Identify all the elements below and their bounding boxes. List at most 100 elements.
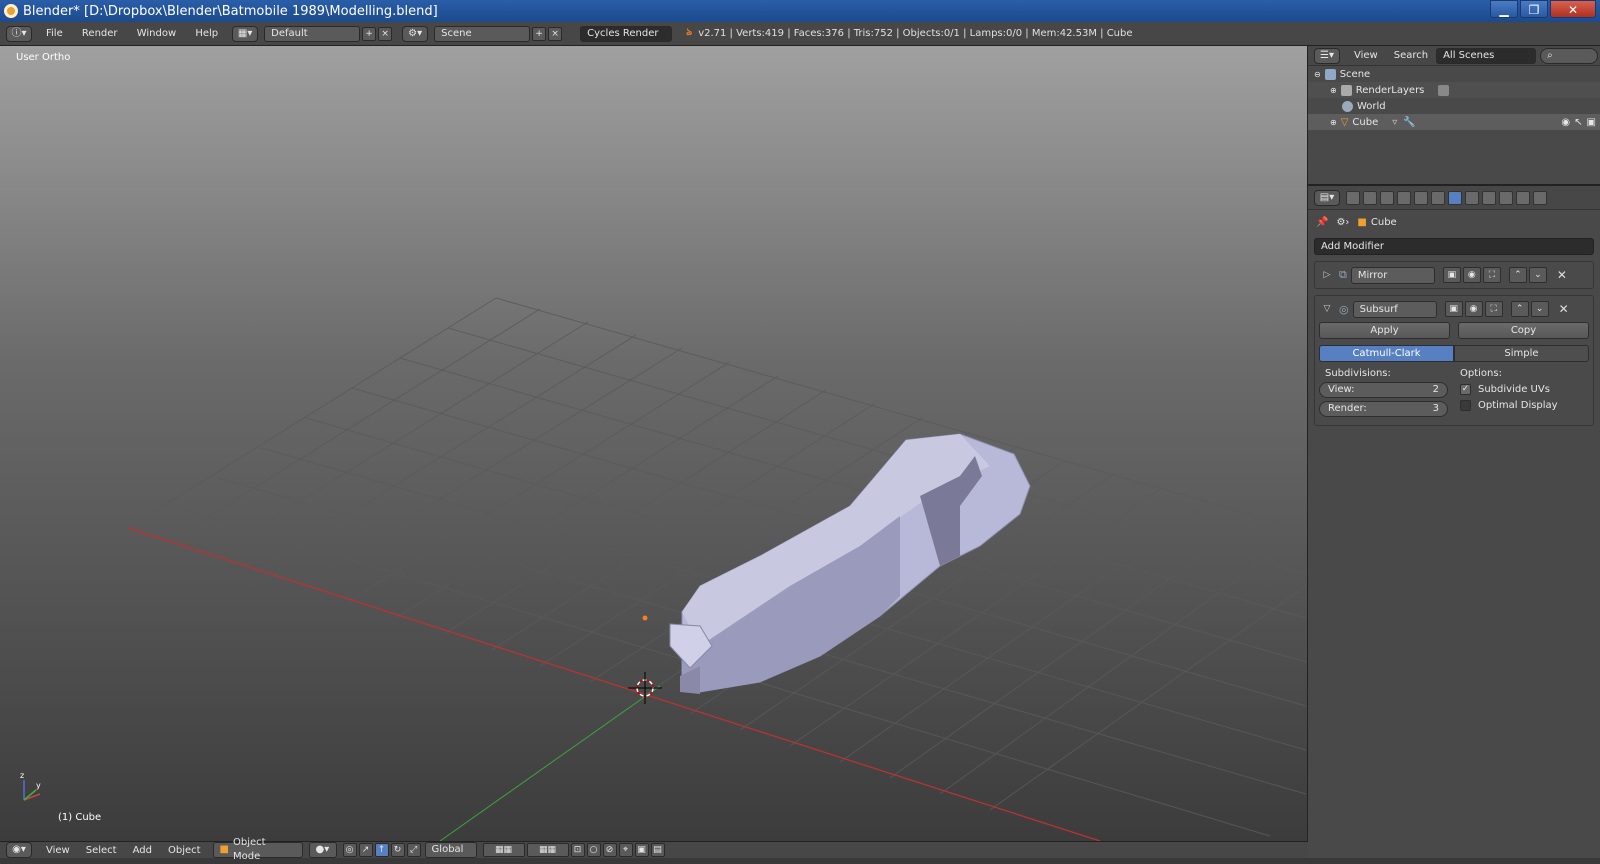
layers-grid-2-icon[interactable]: ▦▦	[526, 843, 569, 857]
menu-object[interactable]: Object	[168, 845, 201, 856]
layers-grid-icon[interactable]: ▦▦	[482, 843, 525, 857]
show-viewport-icon[interactable]: ◉	[1464, 301, 1483, 317]
add-layout-button[interactable]: +	[362, 26, 377, 41]
expand-icon[interactable]: ⊕	[1330, 86, 1337, 95]
orientation-dropdown[interactable]: Global	[424, 842, 477, 858]
outliner-menu-view[interactable]: View	[1354, 50, 1378, 61]
shading-dropdown[interactable]: ●▾	[308, 842, 337, 858]
render-levels-field[interactable]: Render: 3	[1319, 401, 1448, 417]
editor-type-outliner-icon[interactable]: ☰▾	[1314, 47, 1340, 64]
render-tab-icon[interactable]	[1346, 190, 1360, 205]
snap-icon[interactable]: ⊘	[602, 843, 617, 857]
render-engine-dropdown[interactable]: Cycles Render	[580, 25, 673, 42]
pivot-icon[interactable]: ◎	[342, 843, 357, 857]
move-up-icon[interactable]: ⌃	[1510, 301, 1529, 317]
constraints-tab-icon[interactable]	[1431, 190, 1445, 205]
remove-modifier-icon[interactable]: ✕	[1559, 302, 1569, 316]
physics-tab-icon[interactable]	[1533, 190, 1547, 205]
select-arrow-icon[interactable]: ↖	[1574, 117, 1582, 128]
3d-cursor[interactable]	[628, 672, 662, 704]
menu-help[interactable]: Help	[195, 28, 218, 39]
visibility-eye-icon[interactable]: ◉	[1561, 117, 1570, 128]
subdivide-uvs-checkbox[interactable]: ✓ Subdivide UVs	[1460, 384, 1589, 395]
data-tab-icon[interactable]	[1465, 190, 1479, 205]
catmull-clark-button[interactable]: Catmull-Clark	[1319, 345, 1454, 362]
menu-render[interactable]: Render	[82, 28, 118, 39]
scene-field[interactable]: Scene	[434, 25, 531, 42]
translate-icon[interactable]: ↑	[374, 843, 389, 857]
close-button[interactable]: ✕	[1550, 0, 1596, 18]
apply-button[interactable]: Apply	[1319, 322, 1450, 339]
renderlayers-tab-icon[interactable]	[1363, 190, 1377, 205]
object-tab-icon[interactable]	[1414, 190, 1428, 205]
screen-layout-field[interactable]: Default	[264, 25, 361, 42]
rotate-icon[interactable]: ↻	[390, 843, 405, 857]
add-modifier-dropdown[interactable]: Add Modifier	[1314, 238, 1594, 255]
show-viewport-icon[interactable]: ◉	[1462, 267, 1481, 283]
maximize-button[interactable]: ❐	[1520, 0, 1548, 18]
render-opengl-icon[interactable]: ▣	[634, 843, 649, 857]
scene-icon[interactable]: ⚙▾	[402, 25, 429, 42]
screen-layout-icon[interactable]: ▦▾	[232, 25, 259, 42]
material-tab-icon[interactable]	[1482, 190, 1496, 205]
3d-viewport[interactable]: z y User Ortho (1) Cube	[0, 46, 1308, 841]
simple-button[interactable]: Simple	[1454, 345, 1589, 362]
manipulator-toggle-icon[interactable]: ↗	[358, 843, 373, 857]
collapse-icon[interactable]: ⊖	[1314, 70, 1321, 79]
menu-view[interactable]: View	[46, 845, 70, 856]
scene-tab-icon[interactable]	[1380, 190, 1394, 205]
outliner-item-renderlayers[interactable]: ⊕ RenderLayers	[1308, 82, 1600, 98]
menu-add[interactable]: Add	[133, 845, 152, 856]
context-object-label: Cube	[1370, 216, 1397, 228]
expand-triangle-icon[interactable]: ▷	[1319, 270, 1335, 280]
pin-icon[interactable]: 📌	[1316, 217, 1328, 228]
modifier-name-field[interactable]: Mirror	[1350, 266, 1435, 284]
outliner-label-world: World	[1357, 100, 1386, 112]
y-axis-line	[439, 685, 661, 841]
snap-element-icon[interactable]: ⌖	[618, 843, 633, 857]
modifier-name-field[interactable]: Subsurf	[1352, 300, 1437, 318]
move-down-icon[interactable]: ⌄	[1528, 267, 1547, 283]
menu-file[interactable]: File	[46, 28, 63, 39]
menu-select[interactable]: Select	[86, 845, 117, 856]
outliner-menu-search[interactable]: Search	[1394, 50, 1428, 61]
editor-type-3d-icon[interactable]: ◉▾	[6, 842, 32, 858]
optimal-display-checkbox[interactable]: Optimal Display	[1460, 400, 1589, 411]
show-render-icon[interactable]: ▣	[1444, 301, 1463, 317]
outliner-search-input[interactable]: ⌕	[1540, 47, 1599, 64]
view-levels-field[interactable]: View: 2	[1319, 382, 1448, 398]
expand-icon[interactable]: ⊕	[1330, 118, 1337, 127]
editor-type-properties-icon[interactable]: ▤▾	[1314, 189, 1340, 206]
show-render-icon[interactable]: ▣	[1442, 267, 1461, 283]
outliner-item-world[interactable]: World	[1308, 98, 1600, 114]
collapse-triangle-icon[interactable]: ▽	[1319, 304, 1335, 314]
outliner-label-cube: Cube	[1352, 116, 1379, 128]
menu-window[interactable]: Window	[137, 28, 176, 39]
copy-button[interactable]: Copy	[1458, 322, 1589, 339]
proportional-edit-icon[interactable]: ○	[586, 843, 601, 857]
show-editmode-icon[interactable]: ⛶	[1484, 301, 1503, 317]
particles-tab-icon[interactable]	[1516, 190, 1530, 205]
move-up-icon[interactable]: ⌃	[1508, 267, 1527, 283]
add-scene-button[interactable]: +	[532, 26, 547, 41]
context-path: 📌 ⚙› ■ Cube	[1308, 210, 1600, 234]
remove-layout-button[interactable]: ×	[378, 26, 393, 41]
scale-icon[interactable]: ⤢	[406, 843, 421, 857]
render-camera-icon[interactable]: ▣	[1587, 117, 1596, 128]
display-mode-dropdown[interactable]: All Scenes	[1436, 47, 1537, 64]
lock-layers-icon[interactable]: ⊡	[570, 843, 585, 857]
render-anim-icon[interactable]: ▤	[650, 843, 665, 857]
editor-type-info-icon[interactable]: ⓘ▾	[6, 25, 32, 42]
show-editmode-icon[interactable]: ⛶	[1482, 267, 1501, 283]
display-mode-label: All Scenes	[1443, 49, 1495, 61]
remove-scene-button[interactable]: ×	[548, 26, 563, 41]
outliner-item-cube[interactable]: ⊕ ▽ Cube ▿ 🔧 ◉ ↖ ▣	[1308, 114, 1600, 130]
texture-tab-icon[interactable]	[1499, 190, 1513, 205]
outliner-item-scene[interactable]: ⊖ Scene	[1308, 66, 1600, 82]
world-tab-icon[interactable]	[1397, 190, 1411, 205]
remove-modifier-icon[interactable]: ✕	[1557, 268, 1567, 282]
move-down-icon[interactable]: ⌄	[1530, 301, 1549, 317]
mode-dropdown[interactable]: ■ Object Mode	[212, 837, 303, 862]
minimize-button[interactable]: ▁	[1490, 0, 1518, 18]
modifiers-wrench-tab-icon[interactable]	[1448, 190, 1462, 205]
